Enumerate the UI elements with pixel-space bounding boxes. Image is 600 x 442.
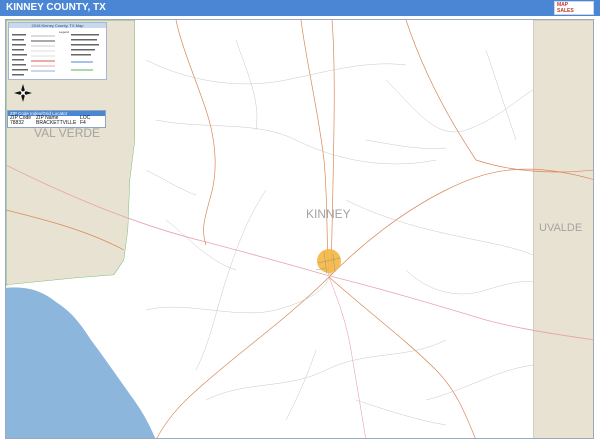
map-frame[interactable]: KINNEY VAL VERDE UVALDE xyxy=(5,19,594,439)
legend-title: 2016 Kinney County, TX Map xyxy=(9,23,106,28)
zip-cell-name: BRACKETTVILLE xyxy=(36,120,77,126)
legend-box: 2016 Kinney County, TX Map Legend xyxy=(8,22,107,80)
zip-cell-code: 78832 xyxy=(10,120,24,126)
zip-index-table: ZIP Code Index/Grid Locator ZIP Code ZIP… xyxy=(7,110,106,128)
county-label-val-verde: VAL VERDE xyxy=(34,126,101,140)
county-label-kinney: KINNEY xyxy=(306,207,351,221)
legend-symbols xyxy=(12,34,99,76)
page-title: KINNEY COUNTY, TX xyxy=(6,2,106,13)
county-label-uvalde: UVALDE xyxy=(539,222,583,234)
map-canvas[interactable] xyxy=(6,20,594,439)
table-row: 78832 BRACKETTVILLE F4 xyxy=(8,121,105,126)
brackettville-town xyxy=(317,249,341,273)
logo-icon: MAP SALES xyxy=(554,1,594,15)
title-bar: KINNEY COUNTY, TX MAP SALES xyxy=(0,0,600,16)
zip-cell-loc: F4 xyxy=(80,120,86,126)
